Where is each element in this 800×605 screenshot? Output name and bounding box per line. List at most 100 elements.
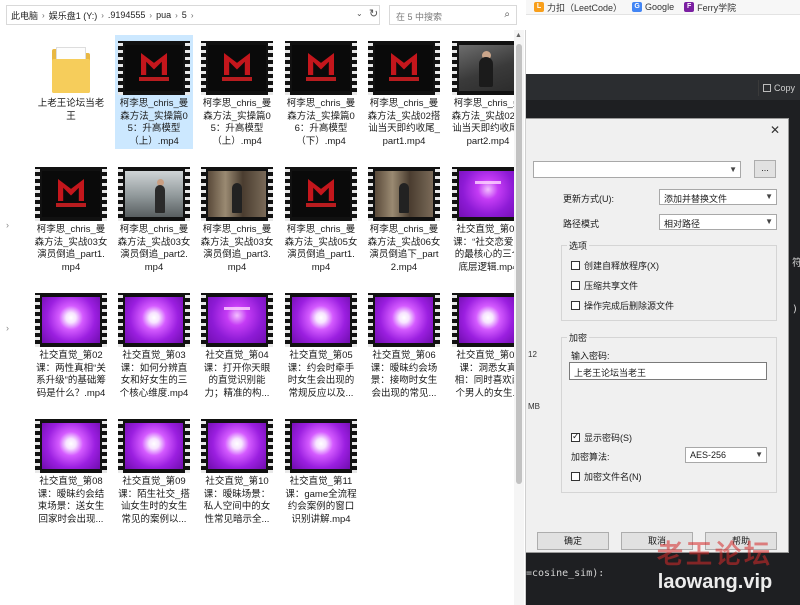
checkbox-box	[571, 301, 580, 310]
video-file-item[interactable]: 柯李思_chris_曼森方法_实战03女演员倒追_part3.mp4	[198, 161, 276, 275]
encrypt-names-checkbox[interactable]: 加密文件名(N)	[571, 470, 642, 483]
update-mode-select[interactable]: 添加并替换文件 ▼	[659, 189, 777, 205]
file-name: 柯李思_chris_曼森方法_实战06女演员倒追下_part2.mp4	[367, 224, 441, 273]
chevron-right-icon: ›	[101, 10, 104, 20]
film-strip-icon	[201, 41, 273, 95]
checkbox-box	[571, 281, 580, 290]
film-strip-icon	[201, 293, 273, 347]
breadcrumb-item[interactable]: 此电脑	[11, 9, 38, 22]
terminal-toolbar: Copy	[526, 74, 800, 100]
create-sfx-checkbox[interactable]: 创建自释放程序(X)	[571, 259, 659, 272]
video-file-item[interactable]: 社交直觉_第10课：暧昧场景：私人空间中的女性常见暗示全...	[198, 413, 276, 527]
folder-item[interactable]: 上老王论坛当老王	[32, 35, 110, 124]
film-strip-icon	[118, 167, 190, 221]
delete-after-checkbox[interactable]: 操作完成后删除源文件	[571, 299, 674, 312]
breadcrumb-item[interactable]: pua	[156, 10, 171, 20]
address-bar: 此电脑 › 娱乐盘1 (Y:) › .9194555 › pua › 5 › ⌄…	[0, 0, 526, 30]
copy-button[interactable]: Copy	[758, 80, 800, 96]
password-input[interactable]: 上老王论坛当老王	[569, 362, 767, 380]
ok-button[interactable]: 确定	[537, 532, 609, 550]
video-thumbnail	[115, 161, 193, 223]
compress-shared-checkbox[interactable]: 压缩共享文件	[571, 279, 638, 292]
scrollbar-thumb[interactable]	[516, 44, 522, 484]
search-icon: ⌕	[504, 9, 510, 20]
video-file-item[interactable]: 柯李思_chris_曼森方法_实操篇06：升高模型（下）.mp4	[282, 35, 360, 149]
chevron-right-icon: ›	[42, 10, 45, 20]
bookmarks-bar: L 力扣（LeetCode） G Google F Ferry学院	[526, 0, 800, 15]
video-thumbnail	[115, 35, 193, 97]
video-file-item[interactable]: 柯李思_chris_曼森方法_实战06女演员倒追下_part2.mp4	[365, 161, 443, 275]
scroll-up-icon[interactable]: ▲	[515, 32, 522, 39]
chevron-right-icon[interactable]: ›	[6, 323, 9, 333]
path-mode-value: 相对路径	[664, 219, 701, 229]
bookmark-ferry[interactable]: F Ferry学院	[684, 1, 736, 14]
video-file-item[interactable]: 社交直觉_第05课：约会时牵手时女生会出现的常规反应以及...	[282, 287, 360, 401]
video-thumbnail	[115, 413, 193, 475]
bookmark-label: 力扣（LeetCode）	[547, 2, 623, 13]
search-placeholder: 在 5 中搜索	[396, 12, 443, 22]
chevron-down-icon: ▼	[729, 165, 737, 174]
path-mode-select[interactable]: 相对路径 ▼	[659, 214, 777, 230]
video-file-item[interactable]: 柯李思_chris_曼森方法_实战03女演员倒追_part2.mp4	[115, 161, 193, 275]
video-thumbnail	[32, 161, 110, 223]
bookmark-label: Google	[645, 2, 675, 12]
browse-button[interactable]: ...	[754, 160, 776, 178]
video-file-item[interactable]: 社交直觉_第02课：两性真相“关系升级”的基础筹码是什么？.mp4	[32, 287, 110, 401]
chevron-right-icon: ›	[149, 10, 153, 20]
terminal-side-char: )	[792, 304, 799, 315]
video-file-item[interactable]: 社交直觉_第03课：如何分辨直女和好女生的三个核心维度.mp4	[115, 287, 193, 401]
show-password-checkbox[interactable]: 显示密码(S)	[571, 431, 632, 444]
video-thumbnail	[365, 287, 443, 349]
copy-icon	[763, 84, 771, 92]
checkbox-label: 操作完成后删除源文件	[584, 301, 675, 311]
archive-path-select[interactable]: ▼	[533, 161, 741, 178]
file-name: 上老王论坛当老王	[37, 98, 105, 122]
chevron-down-icon: ▼	[765, 192, 773, 201]
checkbox-box	[571, 472, 580, 481]
video-thumbnail	[365, 35, 443, 97]
folder-icon	[32, 35, 110, 97]
video-file-item[interactable]: 柯李思_chris_曼森方法_实战05女演员倒追_part1.mp4	[282, 161, 360, 275]
file-name: 社交直觉_第03课：如何分辨直女和好女生的三个核心维度.mp4	[119, 350, 189, 399]
navigation-pane: › ›	[0, 30, 28, 605]
chevron-right-icon: ›	[190, 10, 194, 20]
video-file-item[interactable]: 柯李思_chris_曼森方法_实操篇05：升高模型（上）.mp4	[115, 35, 193, 149]
file-name: 社交直觉_第10课：暧昧场景：私人空间中的女性常见暗示全...	[203, 476, 271, 525]
vertical-scrollbar[interactable]: ▲	[514, 30, 524, 605]
chevron-down-icon[interactable]: ⌄	[356, 9, 363, 18]
search-input[interactable]: 在 5 中搜索 ⌕	[389, 5, 517, 25]
chevron-right-icon[interactable]: ›	[6, 220, 9, 230]
video-thumbnail	[198, 413, 276, 475]
refresh-icon[interactable]: ↻	[369, 7, 378, 20]
encryption-title: 加密	[567, 331, 590, 344]
encryption-method-select[interactable]: AES-256 ▼	[685, 447, 767, 463]
path-mode-label: 路径模式	[563, 219, 600, 229]
video-file-item[interactable]: 柯李思_chris_曼森方法_实操篇05：升高模型（上）.mp4	[198, 35, 276, 149]
film-strip-icon	[368, 293, 440, 347]
breadcrumb-item[interactable]: 5	[182, 10, 187, 20]
video-file-item[interactable]: 社交直觉_第11课：game全流程约会案例的窗口识别讲解.mp4	[282, 413, 360, 527]
film-strip-icon	[118, 41, 190, 95]
breadcrumb-item[interactable]: .9194555	[108, 10, 146, 20]
file-name: 柯李思_chris_曼森方法_实战02搭讪当天即约收尾_part1.mp4	[367, 98, 441, 147]
encryption-method-value: AES-256	[690, 450, 727, 460]
bookmark-google[interactable]: G Google	[632, 2, 674, 12]
film-strip-icon	[285, 293, 357, 347]
file-name: 柯李思_chris_曼森方法_实操篇05：升高模型（上）.mp4	[202, 98, 272, 147]
video-file-item[interactable]: 柯李思_chris_曼森方法_实战03女演员倒追_part1.mp4	[32, 161, 110, 275]
film-strip-icon	[201, 419, 273, 473]
video-file-item[interactable]: 社交直觉_第09课：陌生社交_搭讪女生时的女生常见的案例以...	[115, 413, 193, 527]
video-file-item[interactable]: 社交直觉_第08课：暧昧约会结束场景：送女生回家时会出现...	[32, 413, 110, 527]
breadcrumb[interactable]: 此电脑 › 娱乐盘1 (Y:) › .9194555 › pua › 5 ›	[6, 5, 380, 25]
video-thumbnail	[198, 161, 276, 223]
close-icon[interactable]: ✕	[770, 123, 780, 137]
video-file-item[interactable]: 社交直觉_第04课：打开你天眼的直觉识别能力；精准的构...	[198, 287, 276, 401]
bookmark-leetcode[interactable]: L 力扣（LeetCode）	[534, 1, 622, 14]
video-thumbnail	[365, 161, 443, 223]
ferry-icon: F	[684, 2, 695, 12]
breadcrumb-item[interactable]: 娱乐盘1 (Y:)	[49, 9, 98, 22]
video-file-item[interactable]: 柯李思_chris_曼森方法_实战02搭讪当天即约收尾_part1.mp4	[365, 35, 443, 149]
video-file-item[interactable]: 社交直觉_第06课：暧昧约会场景：接吻时女生会出现的常见...	[365, 287, 443, 401]
video-thumbnail	[32, 287, 110, 349]
film-strip-icon	[285, 419, 357, 473]
